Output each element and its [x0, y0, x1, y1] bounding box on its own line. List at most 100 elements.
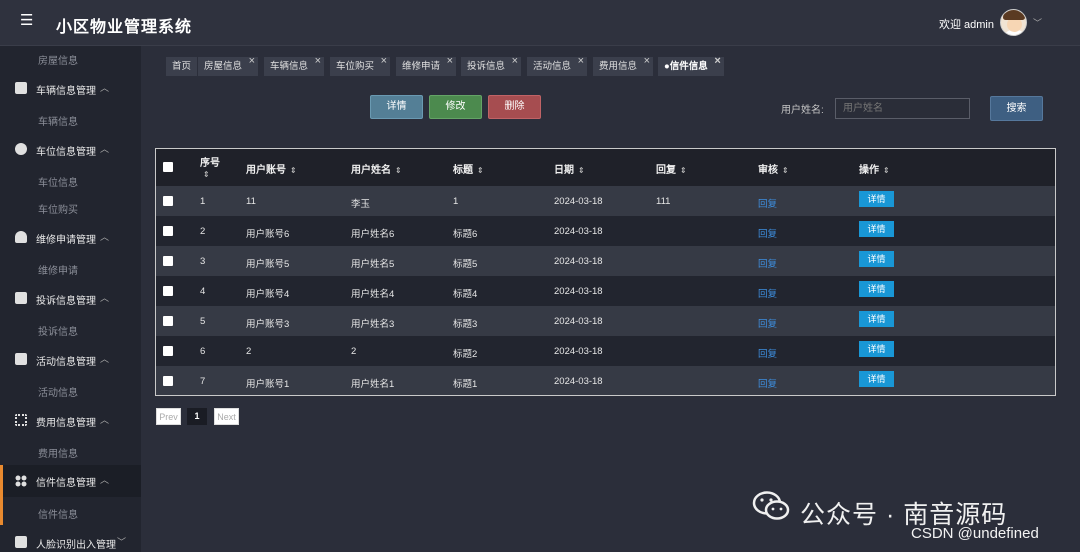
row-checkbox[interactable] [163, 196, 173, 206]
close-icon[interactable]: × [381, 52, 387, 71]
reply-link[interactable]: 回复 [758, 196, 777, 210]
table-cell: 1 [453, 196, 459, 207]
table-row[interactable]: 4 用户账号4 用户姓名4 标题4 2024-03-18 回复 详情 [156, 276, 1055, 306]
row-detail-button[interactable]: 详情 [859, 191, 894, 207]
sidebar-subitem-house[interactable]: 房屋信息 [38, 52, 78, 67]
row-detail-button[interactable]: 详情 [859, 311, 894, 327]
sidebar-group-parking[interactable]: 车位信息管理 ︿ [0, 135, 141, 165]
table-cell: 标题6 [453, 229, 478, 240]
chevron-up-icon: ︿ [100, 83, 110, 93]
table-cell: 6 [200, 346, 206, 357]
main-content: 首页 房屋信息 × 车辆信息 × 车位购买 × 维修申请 × 投诉信息 × 活动信息 × 费… [141, 46, 1080, 552]
table-row[interactable]: 1 11 李玉 1 2024-03-18 111 回复 详情 [156, 186, 1055, 216]
sidebar-group-label: 投诉信息管理 [36, 296, 96, 307]
edit-button[interactable]: 修改 [429, 95, 482, 119]
sidebar-subitem[interactable]: 维修申请 [38, 262, 78, 277]
chevron-down-icon[interactable]: ﹀ [1033, 16, 1042, 29]
reply-link[interactable]: 回复 [758, 376, 777, 390]
tab-repair[interactable]: 维修申请 × [396, 55, 457, 76]
table-cell: 2024-03-18 [554, 316, 603, 327]
row-detail-button[interactable]: 详情 [859, 281, 894, 297]
row-checkbox[interactable] [163, 226, 173, 236]
tab-home[interactable]: 首页 [166, 57, 198, 76]
sidebar-group-label: 维修申请管理 [36, 235, 96, 246]
sidebar-subitem[interactable]: 投诉信息 [38, 323, 78, 338]
row-checkbox[interactable] [163, 376, 173, 386]
row-detail-button[interactable]: 详情 [859, 371, 894, 387]
sidebar-subitem[interactable]: 车辆信息 [38, 113, 78, 128]
tab-letter[interactable]: ●信件信息 × [658, 55, 724, 76]
table-cell: 11 [246, 196, 256, 207]
sidebar-subitem[interactable]: 车位信息 [38, 174, 78, 189]
close-icon[interactable]: × [578, 52, 584, 71]
app-title: 小区物业管理系统 [56, 19, 193, 36]
row-detail-button[interactable]: 详情 [859, 221, 894, 237]
sidebar-subitem[interactable]: 费用信息 [38, 445, 78, 460]
column-header[interactable]: 审核 ⇕ [758, 161, 789, 176]
reply-link[interactable]: 回复 [758, 316, 777, 330]
row-detail-button[interactable]: 详情 [859, 341, 894, 357]
table-row[interactable]: 3 用户账号5 用户姓名5 标题5 2024-03-18 回复 详情 [156, 246, 1055, 276]
table-cell: 2024-03-18 [554, 256, 603, 267]
sidebar-group-label: 活动信息管理 [36, 357, 96, 368]
sidebar-subitem[interactable]: 车位购买 [38, 201, 78, 216]
pager-next[interactable]: Next [214, 408, 239, 425]
column-header[interactable]: 用户姓名 ⇕ [351, 161, 402, 176]
tab-activity[interactable]: 活动信息 × [527, 55, 588, 76]
close-icon[interactable]: × [714, 52, 720, 71]
select-all-checkbox[interactable] [163, 162, 173, 172]
column-header[interactable]: 序号 ⇕ [200, 154, 220, 180]
search-button[interactable]: 搜索 [990, 96, 1043, 121]
sidebar-subitem[interactable]: 信件信息 [38, 506, 78, 521]
table-row[interactable]: 2 用户账号6 用户姓名6 标题6 2024-03-18 回复 详情 [156, 216, 1055, 246]
row-detail-button[interactable]: 详情 [859, 251, 894, 267]
close-icon[interactable]: × [447, 52, 453, 71]
column-header[interactable]: 用户账号 ⇕ [246, 161, 297, 176]
sidebar-group-fee[interactable]: 费用信息管理 ︿ [0, 406, 141, 436]
table-row[interactable]: 7 用户账号1 用户姓名1 标题1 2024-03-18 回复 详情 [156, 366, 1055, 395]
reply-link[interactable]: 回复 [758, 226, 777, 240]
tab-complaint[interactable]: 投诉信息 × [461, 55, 522, 76]
sidebar-subitem[interactable]: 活动信息 [38, 384, 78, 399]
column-header[interactable]: 回复 ⇕ [656, 161, 687, 176]
column-header[interactable]: 标题 ⇕ [453, 161, 484, 176]
sidebar-group-vehicle[interactable]: 车辆信息管理 ︿ [0, 74, 141, 104]
reply-link[interactable]: 回复 [758, 346, 777, 360]
pager-prev[interactable]: Prev [156, 408, 181, 425]
sidebar-group-letter[interactable]: 信件信息管理 ︿ [0, 465, 141, 497]
search-input[interactable] [835, 98, 970, 119]
delete-button[interactable]: 删除 [488, 95, 541, 119]
close-icon[interactable]: × [644, 52, 650, 71]
column-header[interactable]: 操作 ⇕ [859, 161, 890, 176]
sidebar-group-face[interactable]: 人脸识别出入管理 ﹀ [0, 528, 141, 552]
table-cell: 用户姓名5 [351, 259, 395, 270]
pager-current[interactable]: 1 [187, 408, 207, 425]
tab-vehicle[interactable]: 车辆信息 × [264, 55, 325, 76]
hamburger-icon[interactable]: ☰ [20, 13, 34, 28]
row-checkbox[interactable] [163, 316, 173, 326]
close-icon[interactable]: × [512, 52, 518, 71]
close-icon[interactable]: × [249, 52, 255, 71]
table-header: 序号 ⇕ 用户账号 ⇕ 用户姓名 ⇕ 标题 ⇕ 日期 ⇕ 回复 ⇕ 审核 ⇕ 操作 ⇕ [156, 149, 1055, 186]
reply-link[interactable]: 回复 [758, 256, 777, 270]
avatar[interactable] [1000, 9, 1027, 36]
sidebar-group-complaint[interactable]: 投诉信息管理 ︿ [0, 284, 141, 314]
sidebar-group-activity[interactable]: 活动信息管理 ︿ [0, 345, 141, 375]
data-table: 序号 ⇕ 用户账号 ⇕ 用户姓名 ⇕ 标题 ⇕ 日期 ⇕ 回复 ⇕ 审核 ⇕ 操作 ⇕ 1 11 李… [155, 148, 1056, 396]
row-checkbox[interactable] [163, 346, 173, 356]
row-checkbox[interactable] [163, 256, 173, 266]
table-row[interactable]: 6 2 2 标题2 2024-03-18 回复 详情 [156, 336, 1055, 366]
reply-link[interactable]: 回复 [758, 286, 777, 300]
sidebar-group-repair[interactable]: 维修申请管理 ︿ [0, 223, 141, 253]
table-row[interactable]: 5 用户账号3 用户姓名3 标题3 2024-03-18 回复 详情 [156, 306, 1055, 336]
letter-icon [15, 474, 27, 487]
close-icon[interactable]: × [315, 52, 321, 71]
row-checkbox[interactable] [163, 286, 173, 296]
table-cell: 3 [200, 256, 206, 267]
column-header[interactable]: 日期 ⇕ [554, 161, 585, 176]
tab-fee[interactable]: 费用信息 × [593, 55, 654, 76]
table-cell: 用户姓名1 [351, 379, 395, 390]
tab-parking-buy[interactable]: 车位购买 × [330, 55, 391, 76]
detail-button[interactable]: 详情 [370, 95, 423, 119]
tab-house[interactable]: 房屋信息 × [198, 55, 259, 76]
